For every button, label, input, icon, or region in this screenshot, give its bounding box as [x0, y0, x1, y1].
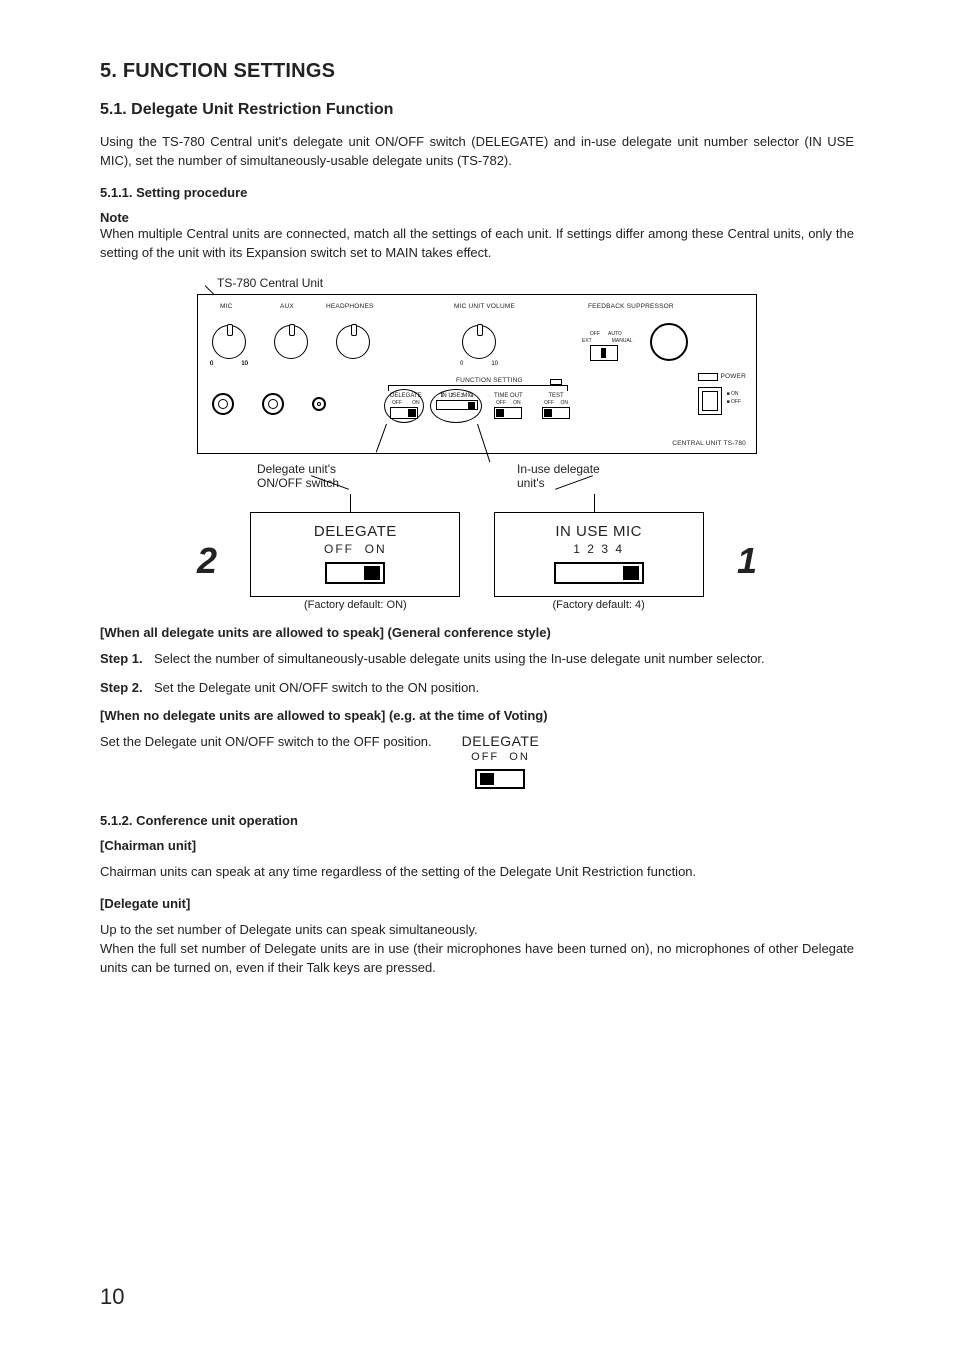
label-feedback: FEEDBACK SUPPRESSOR — [588, 303, 674, 310]
zoom-inuse-slider: IN USE MIC 1 2 3 4 — [494, 512, 704, 597]
label-mic: MIC — [220, 303, 233, 310]
figure-unit-label: TS-780 Central Unit — [217, 276, 757, 290]
note-heading: Note — [100, 210, 854, 225]
subsub-heading-511: 5.1.1. Setting procedure — [100, 185, 854, 200]
scenario2-text: Set the Delegate unit ON/OFF switch to t… — [100, 733, 432, 752]
feedback-slider: OFF AUTO EXT MANUAL — [590, 331, 633, 361]
subsub-heading-512: 5.1.2. Conference unit operation — [100, 813, 854, 828]
chairman-heading: [Chairman unit] — [100, 838, 854, 853]
zoom-delegate-switch: DELEGATE OFF ON — [250, 512, 460, 597]
label-model: CENTRAL UNIT TS-780 — [672, 440, 746, 447]
note-body: When multiple Central units are connecte… — [100, 225, 854, 263]
oval-highlight-inusemic — [430, 389, 482, 423]
scenario2-heading: [When no delegate units are allowed to s… — [100, 708, 854, 723]
switch-power: ■ ON■ OFF — [698, 387, 722, 415]
step1: Step 1. Select the number of simultaneou… — [100, 650, 854, 669]
inline-delegate-off-figure: DELEGATE OFF ON — [462, 733, 540, 789]
step2: Step 2. Set the Delegate unit ON/OFF swi… — [100, 679, 854, 698]
jack-aux — [262, 393, 284, 415]
callout-delegate-switch: Delegate unit's ON/OFF switch — [257, 462, 339, 490]
led-test — [550, 379, 562, 385]
device-panel: MIC AUX HEADPHONES MIC UNIT VOLUME FEEDB… — [197, 294, 757, 454]
knob-mic: 010 — [212, 325, 246, 359]
knob-mic-unit-volume: 010 — [462, 325, 496, 359]
section-heading: 5. FUNCTION SETTINGS — [100, 60, 854, 83]
step-number-2: 2 — [197, 540, 217, 582]
delegate-text1: Up to the set number of Delegate units c… — [100, 921, 854, 940]
knob-feedback — [650, 323, 688, 361]
figure: TS-780 Central Unit MIC AUX HEADPHONES M… — [197, 276, 757, 611]
subsection-heading: 5.1. Delegate Unit Restriction Function — [100, 101, 854, 119]
chairman-text: Chairman units can speak at any time reg… — [100, 863, 854, 882]
label-mic-unit-volume: MIC UNIT VOLUME — [454, 303, 515, 310]
switch-test-mini: TEST OFFON — [542, 393, 570, 419]
knob-aux: 010 — [274, 325, 308, 359]
caption-default-on: (Factory default: ON) — [250, 599, 460, 611]
scenario1-heading: [When all delegate units are allowed to … — [100, 625, 854, 640]
jack-headphones — [312, 397, 326, 411]
delegate-text2: When the full set number of Delegate uni… — [100, 940, 854, 978]
label-power: POWER — [720, 373, 746, 380]
step-number-1: 1 — [737, 540, 757, 582]
intro-paragraph: Using the TS-780 Central unit's delegate… — [100, 133, 854, 171]
page-number: 10 — [100, 1284, 124, 1310]
jack-mic — [212, 393, 234, 415]
led-power — [698, 373, 718, 381]
caption-default-4: (Factory default: 4) — [494, 599, 704, 611]
switch-timeout-mini: TIME OUT OFFON — [494, 393, 523, 419]
label-headphones: HEADPHONES — [326, 303, 374, 310]
knob-headphones: 010 — [336, 325, 370, 359]
label-function-setting: FUNCTION SETTING — [456, 377, 523, 384]
delegate-heading: [Delegate unit] — [100, 896, 854, 911]
label-aux: AUX — [280, 303, 294, 310]
